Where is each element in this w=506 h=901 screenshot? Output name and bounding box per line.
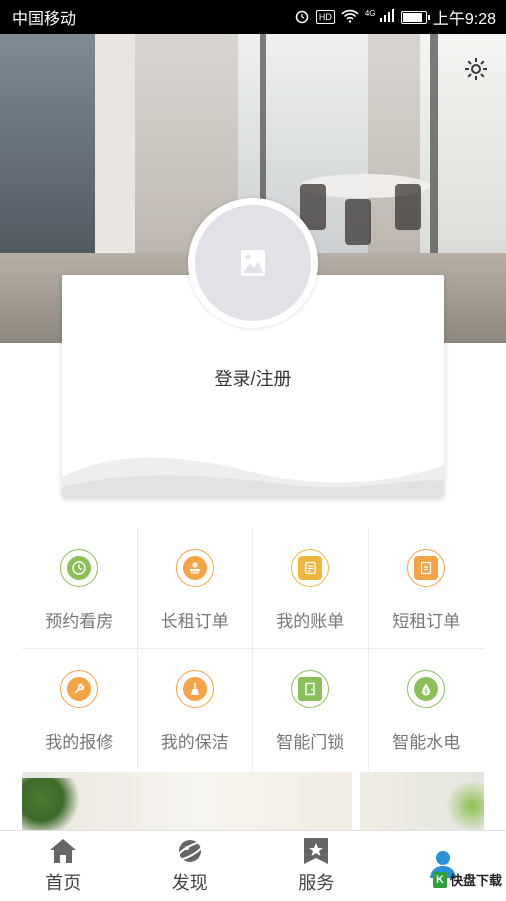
- tab-home[interactable]: 首页: [0, 831, 127, 901]
- watermark-logo: K 快盘下载: [433, 870, 502, 889]
- service-my-repairs[interactable]: 我的报修: [22, 649, 138, 770]
- watermark-letter: K: [433, 872, 447, 888]
- service-label: 预约看房: [45, 607, 113, 632]
- stamp-icon: [176, 549, 214, 587]
- home-icon: [48, 837, 78, 865]
- tab-profile[interactable]: [380, 831, 506, 901]
- wrench-icon: [60, 670, 98, 708]
- service-short-term-orders[interactable]: 短租订单: [369, 528, 485, 649]
- service-label: 短租订单: [392, 607, 460, 632]
- service-label: 长租订单: [161, 607, 229, 632]
- service-grid: 预约看房 长租订单 我的账单 短租订单 我的报修: [22, 528, 484, 770]
- tab-label: 发现: [172, 869, 208, 895]
- wifi-icon: [341, 9, 359, 26]
- promo-banner[interactable]: [22, 772, 484, 830]
- service-label: 智能水电: [392, 728, 460, 753]
- network-type: 4G: [365, 9, 376, 18]
- service-smart-utilities[interactable]: 智能水电: [369, 649, 485, 770]
- gear-icon: [463, 56, 489, 82]
- broom-icon: [176, 670, 214, 708]
- clock-time: 上午9:28: [433, 5, 496, 29]
- carrier-label: 中国移动: [0, 5, 76, 29]
- tab-label: 首页: [45, 869, 81, 895]
- service-long-term-orders[interactable]: 长租订单: [138, 528, 254, 649]
- door-icon: [291, 670, 329, 708]
- watermark-text: 快盘下载: [450, 870, 502, 889]
- service-appointment-viewing[interactable]: 预约看房: [22, 528, 138, 649]
- water-drop-icon: [407, 670, 445, 708]
- tab-discover[interactable]: 发现: [127, 831, 254, 901]
- battery-icon: [401, 11, 427, 24]
- card-wave-decoration: [62, 447, 444, 497]
- service-smart-lock[interactable]: 智能门锁: [253, 649, 369, 770]
- planet-icon: [175, 837, 205, 865]
- service-label: 我的保洁: [161, 728, 229, 753]
- tab-label: 服务: [298, 869, 334, 895]
- avatar[interactable]: [188, 198, 318, 328]
- star-badge-icon: [301, 837, 331, 865]
- status-bar: 中国移动 HD 4G 上午9:28: [0, 0, 506, 34]
- service-label: 我的报修: [45, 728, 113, 753]
- alarm-icon: [294, 8, 310, 27]
- settings-button[interactable]: [462, 56, 490, 84]
- login-register-link[interactable]: 登录/注册: [62, 365, 444, 391]
- document-icon: [407, 549, 445, 587]
- image-placeholder-icon: [240, 249, 266, 277]
- service-my-cleaning[interactable]: 我的保洁: [138, 649, 254, 770]
- hd-badge: HD: [316, 10, 335, 24]
- notebook-icon: [291, 549, 329, 587]
- tab-services[interactable]: 服务: [253, 831, 380, 901]
- service-my-bills[interactable]: 我的账单: [253, 528, 369, 649]
- signal-icon: 4G: [365, 9, 395, 25]
- clock-icon: [60, 549, 98, 587]
- service-label: 智能门锁: [276, 728, 344, 753]
- service-label: 我的账单: [276, 607, 344, 632]
- bottom-tab-bar: 首页 发现 服务: [0, 830, 506, 901]
